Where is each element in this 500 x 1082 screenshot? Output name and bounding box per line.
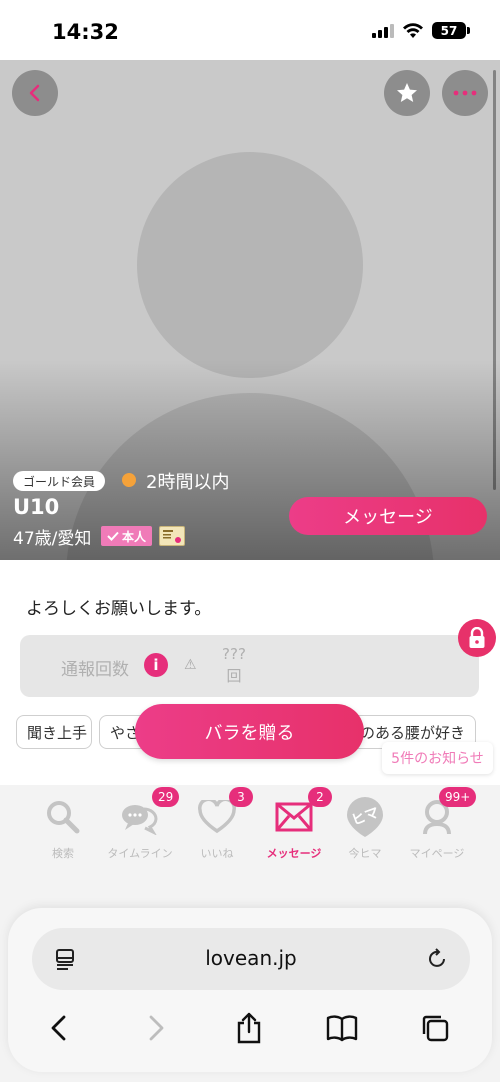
favorite-button[interactable]: [384, 70, 430, 116]
send-rose-button[interactable]: バラを贈る: [135, 704, 364, 759]
bookmarks-button[interactable]: [320, 1006, 364, 1050]
tabs-button[interactable]: [413, 1006, 457, 1050]
likes-badge: 3: [229, 787, 253, 807]
hima-icon: ヒマ: [345, 797, 385, 837]
license-icon: [159, 526, 185, 546]
book-icon: [326, 1015, 358, 1042]
nav-label: いいね: [200, 847, 234, 860]
chevron-right-icon: [149, 1015, 164, 1041]
nav-item-messages[interactable]: 2 メッセージ: [254, 787, 334, 865]
share-button[interactable]: [227, 1006, 271, 1050]
wifi-icon: [403, 22, 423, 38]
report-count-box: 通報回数 i ⚠ ??? 回: [20, 635, 479, 697]
reload-icon[interactable]: [426, 947, 450, 975]
battery-level: 57: [440, 23, 458, 38]
browser-toolbar: lovean.jp: [8, 908, 492, 1072]
lock-button[interactable]: [458, 619, 496, 657]
online-status: 2時間以内: [146, 472, 230, 493]
profile-greeting: よろしくお願いします。: [26, 599, 212, 619]
verified-label: 本人: [122, 529, 147, 544]
message-button[interactable]: メッセージ: [289, 497, 487, 535]
member-badge: ゴールド会員: [13, 471, 106, 491]
browser-back-button[interactable]: [37, 1006, 81, 1050]
profile-photo[interactable]: ゴールド会員 2時間以内 U10 47歳/愛知 本人 メッセージ: [0, 60, 500, 560]
battery-icon: 57: [432, 22, 470, 39]
age-area: 47歳/愛知: [13, 529, 92, 549]
envelope-icon: [274, 797, 314, 837]
online-status-dot: [122, 473, 136, 487]
search-icon: [43, 797, 83, 837]
nav-item-likes[interactable]: 3 いいね: [177, 787, 257, 865]
nav-item-mypage[interactable]: 99+ マイページ: [397, 787, 477, 865]
more-dots-icon: [453, 90, 477, 96]
nav-item-timeline[interactable]: 29 タイムライン: [100, 787, 180, 865]
info-icon[interactable]: i: [144, 653, 168, 677]
nav-label: マイページ: [409, 847, 465, 860]
back-button[interactable]: [12, 70, 58, 116]
scrollbar: [493, 70, 496, 490]
address-bar[interactable]: lovean.jp: [32, 928, 470, 990]
tabs-icon: [422, 1015, 449, 1042]
notification-bubble[interactable]: 5件のお知らせ: [382, 742, 493, 774]
report-count-value: ??? 回: [214, 643, 254, 687]
share-icon: [237, 1012, 261, 1044]
mypage-badge: 99+: [439, 787, 477, 807]
nav-label: タイムライン: [107, 847, 173, 860]
nav-label: メッセージ: [266, 847, 322, 860]
status-icons: 57: [372, 22, 470, 39]
more-button[interactable]: [442, 70, 488, 116]
signal-icon: [372, 23, 394, 38]
chevron-left-icon: [29, 84, 40, 102]
avatar-placeholder-head: [137, 152, 363, 378]
report-count-value-line2: 回: [226, 667, 242, 685]
check-icon: [107, 531, 119, 541]
username: U10: [13, 495, 60, 519]
url-text: lovean.jp: [205, 946, 297, 970]
browser-forward-button[interactable]: [134, 1006, 178, 1050]
warning-icon: ⚠: [184, 657, 197, 673]
status-time: 14:32: [52, 20, 119, 44]
report-count-label: 通報回数: [61, 660, 129, 680]
nav-item-hima[interactable]: ヒマ 今ヒマ: [325, 797, 405, 865]
verified-badge: 本人: [101, 526, 153, 546]
interest-tag[interactable]: 聞き上手: [16, 715, 92, 749]
timeline-badge: 29: [152, 787, 180, 807]
star-icon: [397, 83, 417, 102]
status-bar: 14:32 57: [0, 0, 500, 60]
lock-icon: [469, 627, 485, 648]
report-count-value-line1: ???: [222, 645, 246, 663]
nav-label: 検索: [52, 847, 74, 860]
nav-item-search[interactable]: 検索: [23, 797, 103, 865]
chevron-left-icon: [51, 1015, 66, 1041]
nav-label: 今ヒマ: [348, 847, 382, 860]
